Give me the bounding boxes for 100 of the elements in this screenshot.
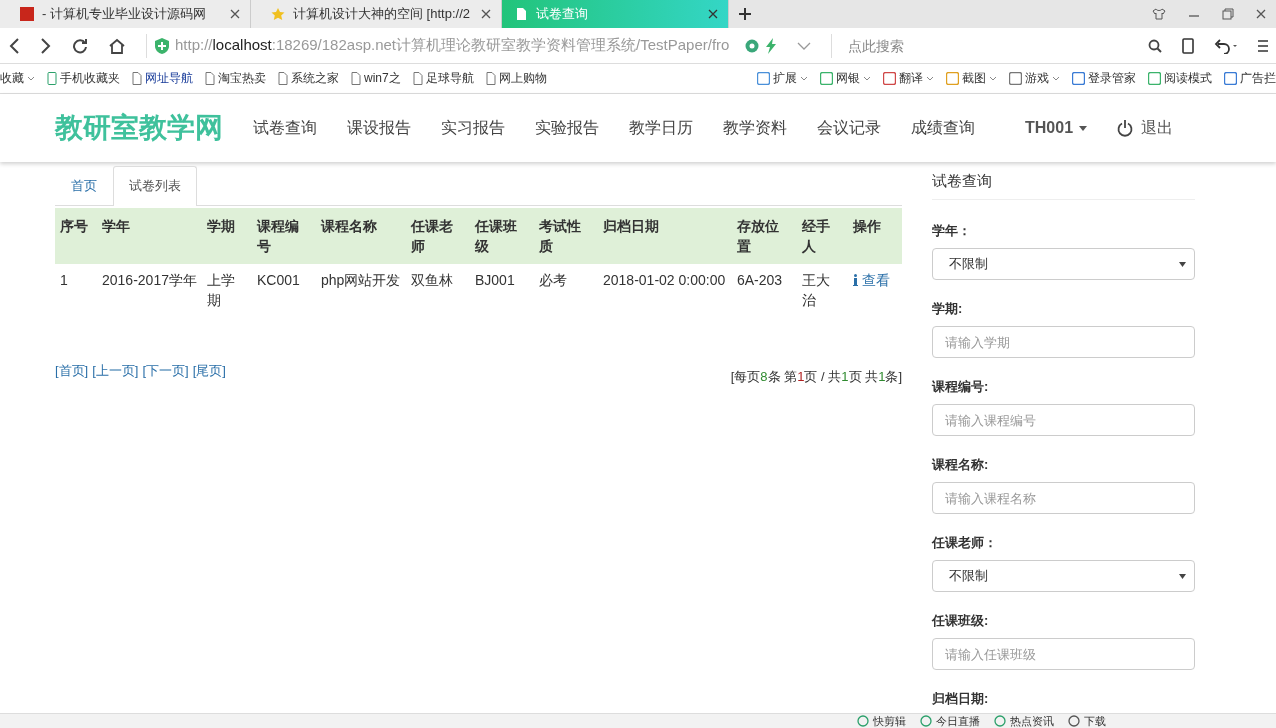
input-field[interactable]: 请输入任课班级 (932, 638, 1195, 670)
table-cell: 王大治 (797, 264, 848, 316)
toolbar-button[interactable]: 扩展 (757, 70, 808, 87)
address-field[interactable]: http://localhost:18269/182asp.net计算机理论教研室教学资料管理系统/TestPaper/fro (146, 33, 777, 58)
reload-icon[interactable] (72, 37, 88, 54)
status-button[interactable]: 今日直播 (920, 713, 980, 728)
status-button[interactable]: 热点资讯 (994, 713, 1054, 728)
lightning-icon (765, 37, 777, 54)
bookmark-link[interactable]: 收藏 (0, 70, 35, 87)
nav-link[interactable]: 课设报告 (347, 117, 411, 139)
nav-link[interactable]: 实习报告 (441, 117, 505, 139)
page-icon (351, 72, 361, 85)
browser-tab[interactable]: - 计算机专业毕业设计源码网 (0, 0, 251, 28)
pagination-link[interactable]: [下一页] (142, 362, 189, 386)
page-icon (514, 7, 528, 21)
tool-icon (757, 72, 770, 85)
toolbar-button[interactable]: 网银 (820, 70, 871, 87)
tab[interactable]: 首页 (55, 166, 113, 206)
close-icon[interactable] (708, 9, 718, 19)
view-link[interactable]: 查看 (853, 270, 890, 290)
bookmark-link[interactable]: 系统之家 (278, 70, 339, 87)
status-button[interactable]: 下载 (1068, 713, 1106, 728)
close-icon[interactable] (481, 9, 491, 19)
field-label: 任课老师： (932, 534, 998, 552)
close-icon[interactable] (1256, 8, 1266, 20)
plus-icon[interactable] (739, 8, 751, 20)
forward-icon[interactable] (40, 37, 52, 54)
pagination-link[interactable]: [首页] (55, 362, 89, 386)
shirt-icon[interactable] (1152, 8, 1166, 20)
tool-icon (883, 72, 896, 85)
bookmark-link[interactable]: 足球导航 (412, 70, 474, 87)
chevron-down-icon (27, 75, 35, 82)
status-button[interactable]: 快剪辑 (857, 713, 906, 728)
table-cell: 双鱼林 (406, 264, 470, 316)
column-header: 学期 (202, 208, 252, 264)
tool-icon (1148, 72, 1161, 85)
column-header: 课程名称 (316, 208, 406, 264)
tool-icon (1009, 72, 1022, 85)
bookmark-link[interactable]: 淘宝热卖 (205, 70, 266, 87)
tab[interactable]: 试卷列表 (113, 166, 197, 206)
menu-icon[interactable] (1258, 38, 1268, 53)
chevron-down-icon (800, 75, 808, 82)
logout-link[interactable]: 退出 (1117, 117, 1174, 139)
field-label: 学年： (932, 222, 972, 240)
bookmark-link[interactable]: 网址导航 (132, 70, 193, 87)
page-icon (205, 72, 215, 85)
caret-icon (1079, 125, 1088, 131)
dropdown[interactable]: 不限制 (932, 560, 1195, 592)
column-header: 归档日期 (598, 208, 732, 264)
chevron-down-icon (863, 75, 871, 82)
field-label: 学期: (932, 300, 964, 318)
table-cell: BJ001 (470, 264, 534, 316)
tool-icon (820, 72, 833, 85)
input-field[interactable]: 请输入课程编号 (932, 404, 1195, 436)
column-header: 任课班级 (470, 208, 534, 264)
table-cell: 6A-203 (732, 264, 797, 316)
column-header: 序号 (55, 208, 97, 264)
pagination-link[interactable]: [尾页] (192, 362, 226, 386)
nav-link[interactable]: 会议记录 (817, 117, 881, 139)
bookmark-link[interactable]: 网上购物 (485, 70, 547, 87)
chevron-down-icon (1052, 75, 1060, 82)
dropdown[interactable]: 不限制 (932, 248, 1195, 280)
nav-link[interactable]: 实验报告 (535, 117, 599, 139)
phone-icon[interactable] (1182, 37, 1194, 54)
close-icon[interactable] (230, 9, 240, 19)
table-cell: 必考 (534, 264, 598, 316)
toolbar-button[interactable]: 截图 (946, 70, 997, 87)
toolbar-button[interactable]: 游戏 (1009, 70, 1060, 87)
restore-icon[interactable] (1222, 8, 1234, 20)
input-field[interactable]: 请输入课程名称 (932, 482, 1195, 514)
tool-icon (1224, 72, 1237, 85)
toolbar-button[interactable]: 登录管家 (1072, 70, 1136, 87)
pagination-link[interactable]: [上一页] (92, 362, 139, 386)
nav-link[interactable]: 教学资料 (723, 117, 787, 139)
column-header: 考试性质 (534, 208, 598, 264)
chevron-down-icon (989, 75, 997, 82)
page-summary: [每页8条 第1页 / 共1页 共1条] (730, 368, 902, 386)
toolbar-button[interactable]: 广告拦 (1224, 70, 1276, 87)
chevron-down-icon[interactable] (797, 40, 811, 51)
field-label: 任课班级: (932, 612, 990, 630)
panel-title: 试卷查询 (932, 162, 1195, 200)
nav-link[interactable]: 试卷查询 (253, 117, 317, 139)
nav-link[interactable]: 成绩查询 (911, 117, 975, 139)
page-icon (132, 72, 142, 85)
toolbar-button[interactable]: 阅读模式 (1148, 70, 1212, 87)
browser-tab[interactable]: 计算机设计大神的空间 [http://2 (251, 0, 502, 28)
home-icon[interactable] (108, 37, 126, 54)
field-label: 课程名称: (932, 456, 990, 474)
nav-link[interactable]: 教学日历 (629, 117, 693, 139)
user-menu[interactable]: TH001 (1025, 119, 1088, 137)
bookmark-link[interactable]: win7之 (351, 70, 401, 87)
bookmark-link[interactable]: 手机收藏夹 (47, 70, 120, 87)
star-icon (271, 7, 285, 21)
table-cell: 2018-01-02 0:00:00 (598, 264, 732, 316)
table-cell: KC001 (252, 264, 316, 316)
toolbar-button[interactable]: 翻译 (883, 70, 934, 87)
search-icon (1148, 38, 1162, 53)
input-field[interactable]: 请输入学期 (932, 326, 1195, 358)
undo-icon[interactable] (1214, 37, 1238, 54)
back-icon[interactable] (8, 37, 20, 54)
